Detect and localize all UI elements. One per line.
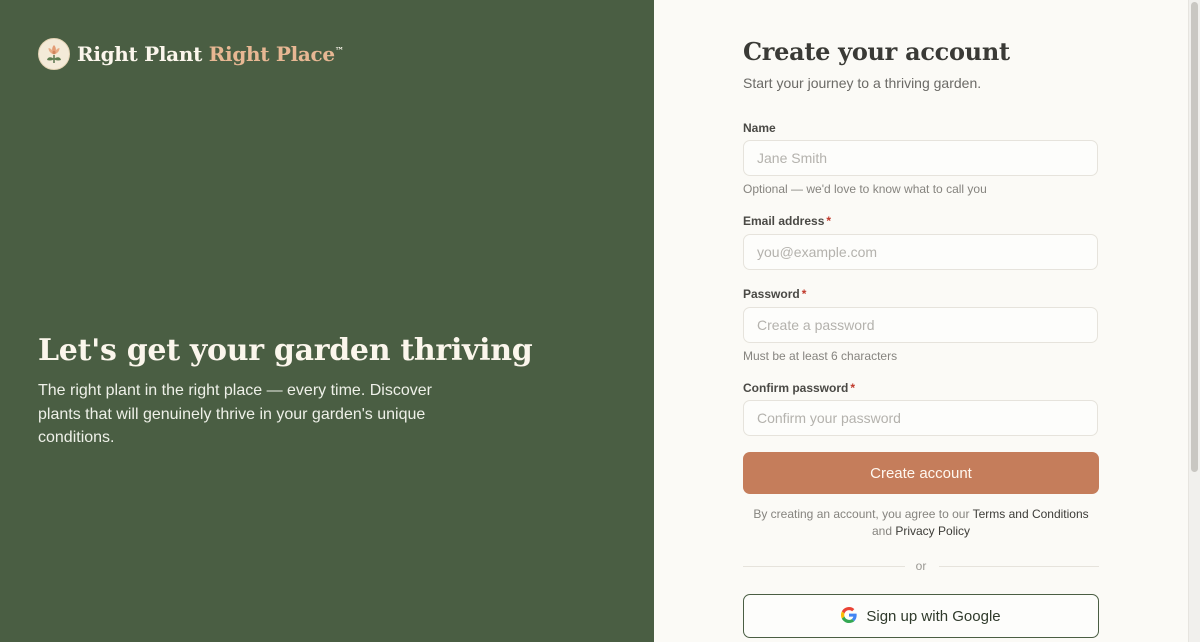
email-label: Email address * [743,214,831,228]
or-divider: or [743,558,1099,576]
confirm-password-label-text: Confirm password [743,381,849,395]
required-marker: * [826,214,832,228]
hero-title: Let's get your garden thriving [38,333,533,368]
confirm-password-input[interactable] [743,400,1098,436]
scrollbar-thumb[interactable] [1191,2,1198,472]
brand-name-primary: Right Plant [77,42,203,66]
flower-logo-icon [38,38,70,70]
google-icon [841,606,858,626]
name-hint: Optional — we'd love to know what to cal… [743,182,987,196]
terms-prefix: By creating an account, you agree to our [753,507,970,521]
password-label-text: Password [743,287,800,301]
page-scrollbar[interactable] [1188,0,1200,642]
google-signup-label: Sign up with Google [866,607,1001,625]
form-subtitle: Start your journey to a thriving garden. [743,75,982,91]
name-label: Name [743,121,776,135]
confirm-password-label: Confirm password * [743,381,855,395]
brand-name: Right Plant Right Place™ [77,42,344,66]
password-input[interactable] [743,307,1098,343]
divider-line-right [939,566,1099,567]
required-marker: * [850,381,856,395]
name-input[interactable] [743,140,1098,176]
terms-conjunction: and [871,524,892,538]
privacy-link[interactable]: Privacy Policy [895,524,970,538]
brand-logo-link[interactable]: Right Plant Right Place™ [38,38,344,70]
required-marker: * [801,287,807,301]
trademark-symbol: ™ [334,46,344,57]
email-input[interactable] [743,234,1098,270]
name-label-text: Name [743,121,776,135]
create-account-button[interactable]: Create account [743,452,1099,494]
hero-panel: Right Plant Right Place™ Let's get your … [0,0,654,642]
brand-name-accent: Right Place [208,42,335,66]
google-signup-button[interactable]: Sign up with Google [743,594,1099,638]
password-label: Password * [743,287,806,301]
email-label-text: Email address [743,214,825,228]
terms-notice: By creating an account, you agree to our… [743,506,1099,540]
form-title: Create your account [743,37,1010,66]
terms-link[interactable]: Terms and Conditions [973,507,1089,521]
hero-description: The right plant in the right place — eve… [38,382,432,446]
password-hint: Must be at least 6 characters [743,349,898,363]
